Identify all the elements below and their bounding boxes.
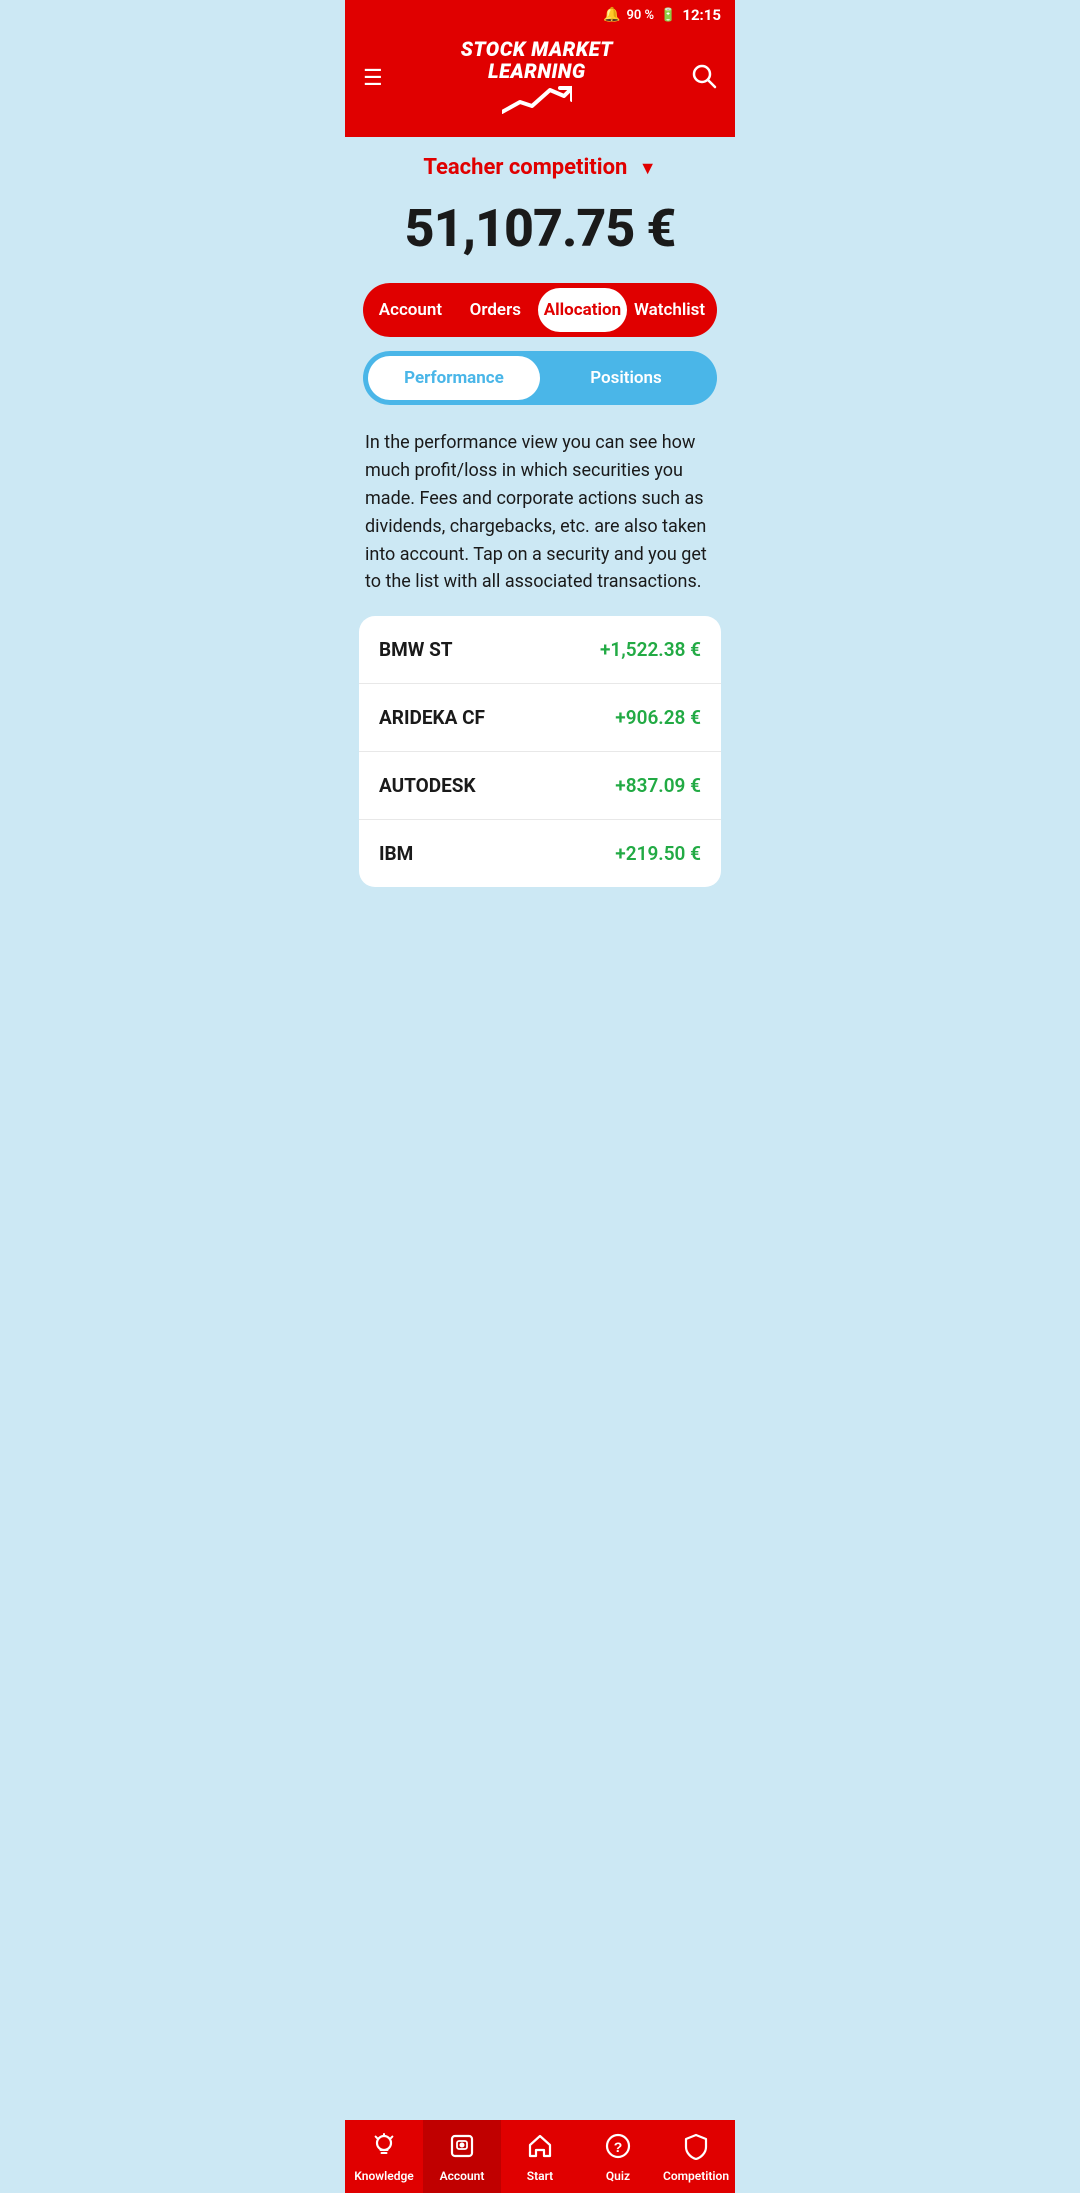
stock-item-autodesk[interactable]: AUTODESK +837.09 € [359,752,721,820]
balance-section: 51,107.75 € [345,186,735,283]
sub-tabs: Performance Positions [363,351,717,405]
chart-icon [383,84,691,119]
shield-icon [682,2132,710,2165]
stock-value-autodesk: +837.09 € [615,774,701,797]
quiz-icon: ? [604,2132,632,2165]
chevron-down-icon: ▼ [639,158,657,179]
stock-name-bmw: BMW ST [379,638,453,661]
competition-selector[interactable]: Teacher competition ▼ [345,137,735,186]
nav-competition[interactable]: Competition [657,2120,735,2193]
nav-account-label: Account [440,2169,485,2183]
stock-item-arideka[interactable]: ARIDEKA CF +906.28 € [359,684,721,752]
app-title: STOCK MARKET LEARNING [383,38,691,82]
nav-knowledge-label: Knowledge [354,2169,414,2183]
tab-watchlist[interactable]: Watchlist [627,288,712,332]
nav-quiz[interactable]: ? Quiz [579,2120,657,2193]
stock-item-ibm[interactable]: IBM +219.50 € [359,820,721,887]
nav-account[interactable]: Account [423,2120,501,2193]
tab-orders[interactable]: Orders [453,288,538,332]
nav-start[interactable]: Start [501,2120,579,2193]
balance-amount: 51,107.75 € [405,198,676,259]
tab-positions[interactable]: Positions [540,356,712,400]
competition-label[interactable]: Teacher competition ▼ [423,155,656,180]
status-bar: 🔔 90 % 🔋 12:15 [345,0,735,30]
nav-competition-label: Competition [663,2169,729,2183]
bell-icon: 🔔 [603,7,620,23]
nav-start-label: Start [527,2169,553,2183]
battery-icon: 🔋 [660,8,676,23]
stock-name-autodesk: AUTODESK [379,774,476,797]
app-header: ☰ STOCK MARKET LEARNING [345,30,735,137]
app-brand: STOCK MARKET LEARNING [383,38,691,119]
stock-name-ibm: IBM [379,842,413,865]
tab-performance[interactable]: Performance [368,356,540,400]
home-icon [526,2132,554,2165]
performance-description: In the performance view you can see how … [345,423,735,616]
nav-quiz-label: Quiz [606,2169,630,2183]
stock-value-arideka: +906.28 € [615,706,701,729]
bulb-icon [370,2132,398,2165]
tab-allocation[interactable]: Allocation [538,288,627,332]
account-icon [448,2132,476,2165]
search-icon[interactable] [691,63,717,95]
svg-text:?: ? [614,2139,623,2155]
battery-indicator: 90 % [626,8,654,23]
stock-value-bmw: +1,522.38 € [600,638,701,661]
menu-icon[interactable]: ☰ [363,68,383,90]
main-tabs: Account Orders Allocation Watchlist [363,283,717,337]
tab-account[interactable]: Account [368,288,453,332]
stock-name-arideka: ARIDEKA CF [379,706,485,729]
stock-item-bmw[interactable]: BMW ST +1,522.38 € [359,616,721,684]
bottom-nav: Knowledge Account Start ? Quiz [345,2120,735,2193]
stock-list: BMW ST +1,522.38 € ARIDEKA CF +906.28 € … [359,616,721,887]
main-content: Teacher competition ▼ 51,107.75 € Accoun… [345,137,735,981]
clock: 12:15 [682,6,721,24]
stock-value-ibm: +219.50 € [615,842,701,865]
nav-knowledge[interactable]: Knowledge [345,2120,423,2193]
